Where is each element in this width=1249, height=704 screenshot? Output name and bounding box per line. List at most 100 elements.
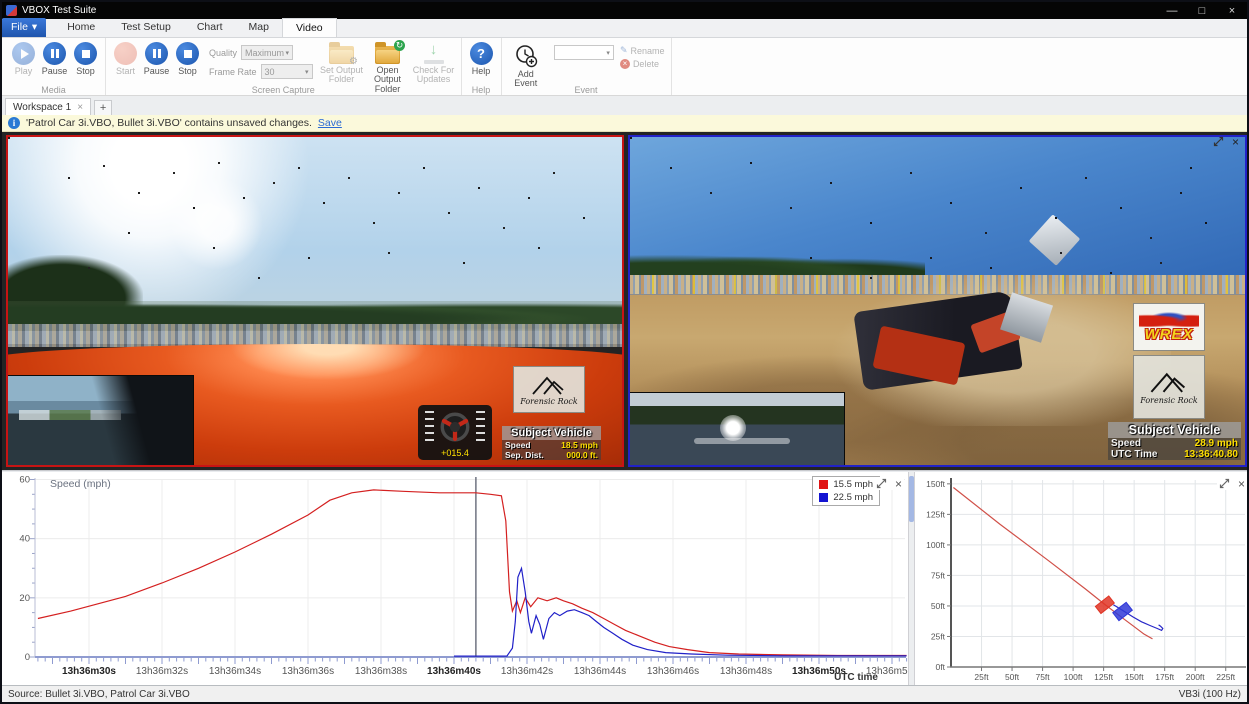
- left-video-inset: [8, 375, 194, 465]
- chevron-down-icon: ▾: [32, 18, 37, 37]
- chevron-down-icon: ▾: [606, 49, 610, 57]
- minimize-button[interactable]: —: [1157, 5, 1187, 17]
- mountain-icon: [529, 374, 569, 396]
- separation-chart[interactable]: 0ft25ft50ft75ft100ft125ft150ft25ft50ft75…: [915, 472, 1249, 685]
- svg-text:150ft: 150ft: [1125, 672, 1145, 682]
- legend-swatch-red: [819, 480, 828, 489]
- app-window: VBOX Test Suite — □ × File ▾ Home Test S…: [0, 0, 1249, 704]
- right-video-panel[interactable]: WREX Forensic Rock Subject Vehicle Speed…: [628, 135, 1247, 467]
- video-area: +015.4 Forensic Rock Subject Vehicle Spe…: [2, 132, 1247, 470]
- svg-text:13h36m40s: 13h36m40s: [427, 666, 481, 677]
- record-icon: [114, 42, 137, 65]
- clock-plus-icon: [514, 44, 538, 68]
- svg-text:13h36m48s: 13h36m48s: [720, 666, 772, 677]
- speed-chart[interactable]: 020406013h36m30s13h36m32s13h36m34s13h36m…: [2, 472, 908, 685]
- add-event-button[interactable]: Add Event: [506, 40, 546, 89]
- close-panel-icon[interactable]: ×: [1238, 479, 1245, 489]
- debris: [630, 137, 632, 139]
- event-group-caption: Event: [502, 85, 671, 95]
- svg-text:13h36m32s: 13h36m32s: [136, 666, 188, 677]
- close-tab-icon[interactable]: ×: [77, 102, 83, 113]
- event-select[interactable]: ▾: [554, 45, 614, 60]
- expand-icon[interactable]: [1213, 136, 1224, 147]
- x-axis-label: UTC time: [834, 672, 878, 683]
- svg-text:0ft: 0ft: [936, 662, 946, 672]
- status-device: VB3i (100 Hz): [1179, 689, 1241, 700]
- delete-icon: ×: [620, 59, 630, 69]
- forensic-rock-logo: Forensic Rock: [513, 366, 585, 413]
- stop-icon: [176, 42, 199, 65]
- svg-text:75ft: 75ft: [1035, 672, 1050, 682]
- pause-icon: [43, 42, 66, 65]
- svg-text:175ft: 175ft: [1155, 672, 1175, 682]
- save-link[interactable]: Save: [318, 117, 342, 129]
- app-icon: [6, 5, 17, 16]
- svg-text:100ft: 100ft: [926, 540, 946, 550]
- file-menu-button[interactable]: File ▾: [2, 18, 46, 37]
- frame-rate-select[interactable]: 30 ▾: [261, 64, 313, 79]
- svg-text:13h36m44s: 13h36m44s: [574, 666, 626, 677]
- chart-area: ⋯ 020406013h36m30s13h36m32s13h36m34s13h3…: [2, 470, 1247, 685]
- speed-chart-panel[interactable]: 020406013h36m30s13h36m32s13h36m34s13h36m…: [2, 472, 908, 685]
- pause-button[interactable]: Pause: [39, 40, 70, 76]
- tab-chart[interactable]: Chart: [184, 18, 236, 37]
- close-panel-icon[interactable]: ×: [1232, 137, 1239, 147]
- svg-text:13h36m46s: 13h36m46s: [647, 666, 699, 677]
- svg-text:13h36m36s: 13h36m36s: [282, 666, 334, 677]
- menu-bar: File ▾ Home Test Setup Chart Map Video: [2, 19, 1247, 38]
- info-icon: i: [8, 117, 20, 129]
- tab-home[interactable]: Home: [54, 18, 108, 37]
- svg-text:50ft: 50ft: [1005, 672, 1020, 682]
- check-for-updates-button[interactable]: ↓ Check For Updates: [411, 40, 457, 85]
- folder-open-icon: ↻: [375, 46, 400, 64]
- tab-video[interactable]: Video: [282, 18, 337, 37]
- debris: [8, 137, 10, 139]
- capture-start-button[interactable]: Start: [110, 40, 141, 76]
- tab-map[interactable]: Map: [236, 18, 282, 37]
- expand-icon[interactable]: [1219, 478, 1230, 489]
- steering-angle-value: +015.4: [418, 449, 492, 458]
- capture-pause-button[interactable]: Pause: [141, 40, 172, 76]
- window-title: VBOX Test Suite: [22, 5, 1157, 16]
- quality-select[interactable]: Maximum ▾: [241, 45, 293, 60]
- chart-splitter[interactable]: [908, 472, 915, 685]
- set-output-folder-button[interactable]: ⚙ Set Output Folder: [319, 40, 365, 85]
- folder-gear-icon: ⚙: [329, 46, 354, 64]
- ribbon: Play Pause Stop Media Start Pause: [2, 38, 1247, 96]
- chevron-down-icon: ▾: [286, 49, 290, 57]
- close-button[interactable]: ×: [1217, 5, 1247, 17]
- help-button[interactable]: ? Help: [466, 40, 497, 76]
- svg-text:13h36m38s: 13h36m38s: [355, 666, 407, 677]
- svg-text:75ft: 75ft: [931, 570, 946, 580]
- file-label: File: [11, 18, 28, 37]
- left-video-panel[interactable]: +015.4 Forensic Rock Subject Vehicle Spe…: [6, 135, 624, 467]
- workspace-tab[interactable]: Workspace 1 ×: [5, 98, 91, 115]
- svg-text:125ft: 125ft: [1094, 672, 1114, 682]
- svg-text:200ft: 200ft: [1186, 672, 1206, 682]
- play-button[interactable]: Play: [8, 40, 39, 76]
- svg-text:50ft: 50ft: [931, 601, 946, 611]
- stop-button[interactable]: Stop: [70, 40, 101, 76]
- close-panel-icon[interactable]: ×: [895, 479, 902, 489]
- expand-icon[interactable]: [876, 478, 887, 489]
- notification-text: 'Patrol Car 3i.VBO, Bullet 3i.VBO' conta…: [26, 117, 312, 129]
- tab-test-setup[interactable]: Test Setup: [108, 18, 184, 37]
- rename-event-button[interactable]: ✎ Rename: [620, 45, 665, 56]
- ribbon-group-help: ? Help Help: [462, 38, 502, 95]
- capture-stop-button[interactable]: Stop: [172, 40, 203, 76]
- scrollbar-thumb[interactable]: [909, 476, 914, 522]
- maximize-button[interactable]: □: [1187, 5, 1217, 17]
- delete-event-button[interactable]: × Delete: [620, 59, 665, 69]
- svg-text:225ft: 225ft: [1216, 672, 1236, 682]
- add-workspace-button[interactable]: +: [94, 100, 112, 115]
- chart-legend: 15.5 mph 22.5 mph: [812, 476, 880, 506]
- play-icon: [12, 42, 35, 65]
- mountain-icon: [1147, 369, 1191, 395]
- svg-text:150ft: 150ft: [926, 479, 946, 489]
- chevron-down-icon: ▾: [305, 68, 309, 76]
- stop-icon: [74, 42, 97, 65]
- svg-text:25ft: 25ft: [931, 631, 946, 641]
- svg-text:40: 40: [19, 534, 30, 545]
- separation-chart-panel[interactable]: 0ft25ft50ft75ft100ft125ft150ft25ft50ft75…: [915, 472, 1249, 685]
- help-group-caption: Help: [462, 85, 501, 95]
